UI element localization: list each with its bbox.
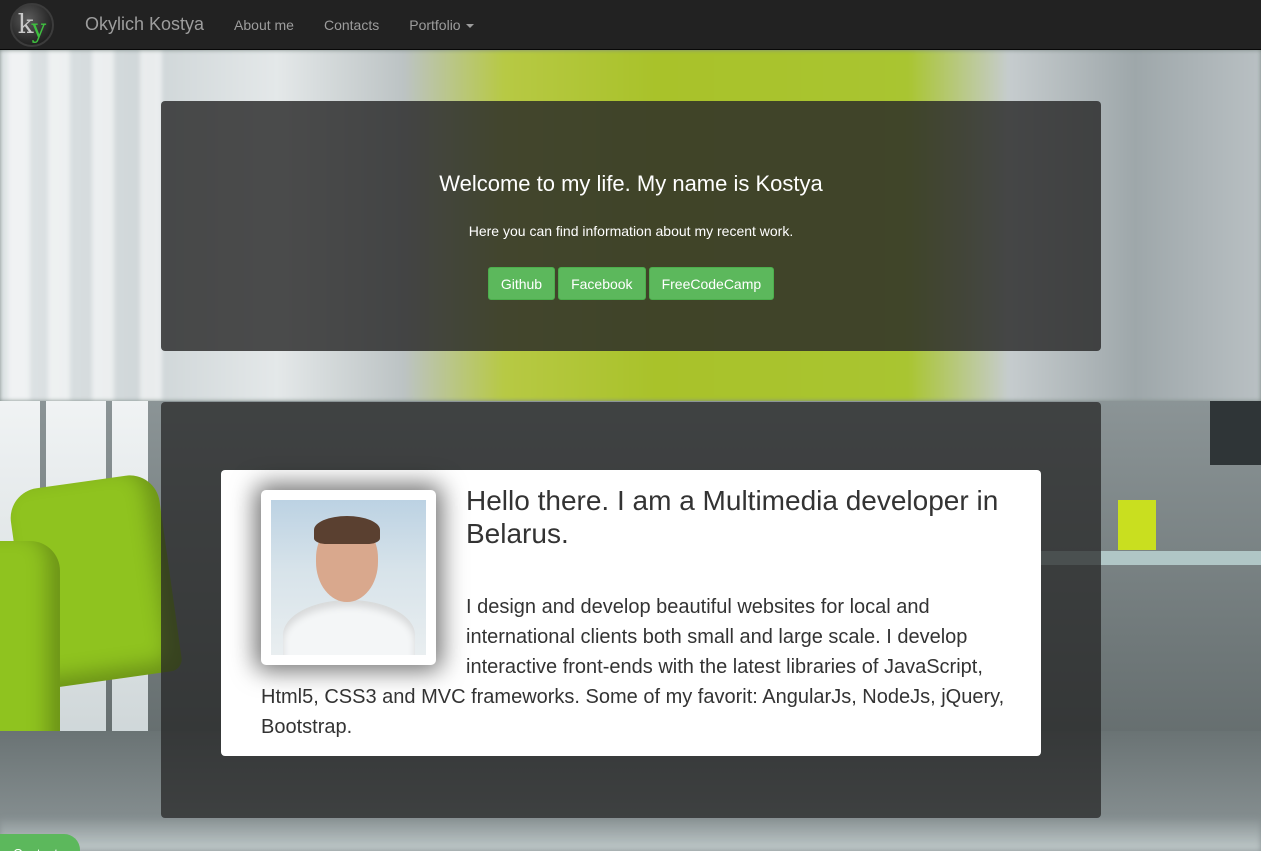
nav-link-about-me[interactable]: About me bbox=[234, 17, 294, 33]
hero-panel: Welcome to my life. My name is Kostya He… bbox=[161, 101, 1101, 351]
about-heading: Hello there. I am a Multimedia developer… bbox=[466, 485, 999, 549]
github-button[interactable]: Github bbox=[487, 267, 556, 300]
nav-dropdown-portfolio-label: Portfolio bbox=[409, 16, 461, 33]
brand-link[interactable]: Okylich Kostya bbox=[85, 14, 204, 35]
freecodecamp-button[interactable]: FreeCodeCamp bbox=[648, 267, 775, 300]
shelf bbox=[1210, 401, 1261, 465]
about-panel: Hello there. I am a Multimedia developer… bbox=[161, 402, 1101, 818]
photo-wrap-spacer bbox=[261, 592, 466, 662]
logo[interactable]: ky bbox=[10, 2, 54, 47]
hero-title: Welcome to my life. My name is Kostya bbox=[439, 171, 823, 196]
social-buttons: Github Facebook FreeCodeCamp bbox=[161, 267, 1101, 300]
window-frame bbox=[92, 50, 114, 401]
photo-hair bbox=[314, 516, 380, 544]
background-blur-strip bbox=[0, 819, 1261, 851]
about-card: Hello there. I am a Multimedia developer… bbox=[221, 470, 1041, 756]
about-text-block: I design and develop beautiful websites … bbox=[261, 592, 1021, 742]
window-frame bbox=[140, 50, 162, 401]
pencil-cup bbox=[1118, 500, 1156, 550]
caret-down-icon bbox=[465, 23, 474, 28]
window-frame bbox=[8, 50, 30, 401]
contacts-tab-button[interactable]: Contacts bbox=[0, 834, 80, 851]
hero-subtitle: Here you can find information about my r… bbox=[468, 223, 794, 239]
facebook-button[interactable]: Facebook bbox=[558, 267, 646, 300]
nav-link-contacts[interactable]: Contacts bbox=[324, 17, 379, 33]
window-frame bbox=[48, 50, 70, 401]
nav-dropdown-portfolio[interactable]: Portfolio bbox=[409, 16, 474, 33]
top-navbar: ky Okylich Kostya About me Contacts Port… bbox=[0, 0, 1261, 50]
logo-letter-y: y bbox=[31, 13, 47, 44]
